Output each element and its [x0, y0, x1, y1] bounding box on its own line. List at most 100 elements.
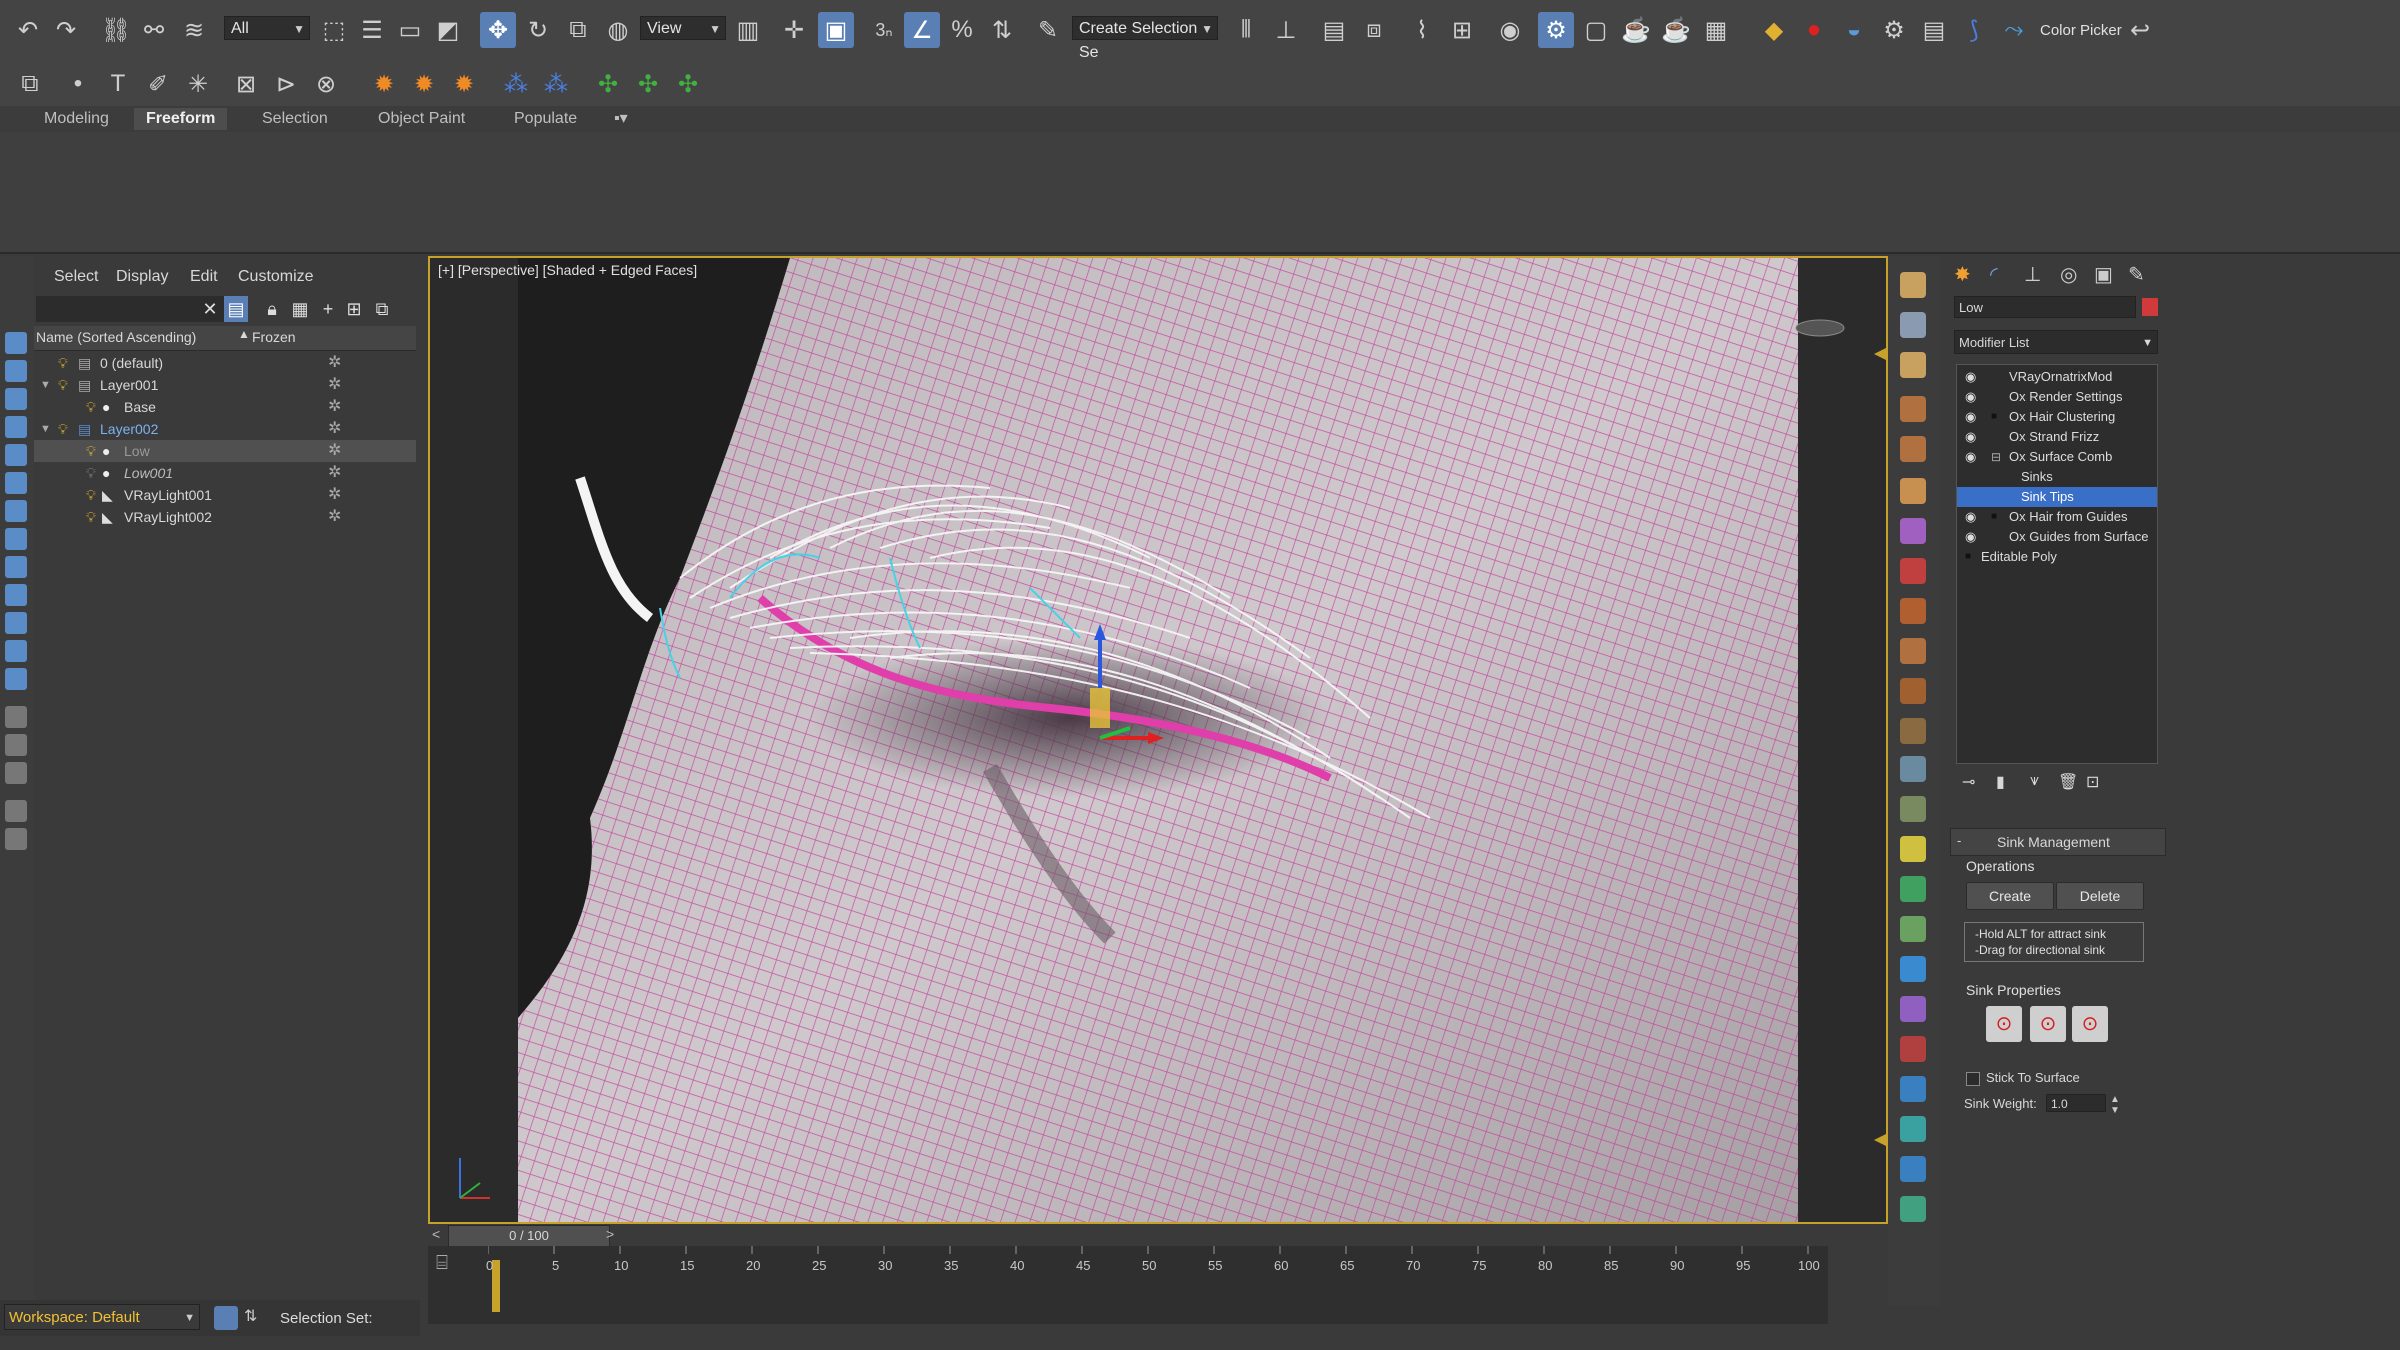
reference-coordinate-dropdown[interactable]: View ▼	[640, 16, 726, 40]
create-tab-icon[interactable]: ✸	[1954, 262, 1971, 287]
render-iterative-icon[interactable]: ☕	[1658, 12, 1694, 48]
modifier-list-dropdown[interactable]: Modifier List ▼	[1954, 330, 2158, 354]
schematic-view-icon[interactable]: ⊞	[1444, 12, 1480, 48]
time-slider[interactable]: < 0 / 100 >	[428, 1224, 1888, 1247]
list-item[interactable]: ◉ ⊟ Ox Surface Comb	[1957, 447, 2157, 467]
fire-tool-2-icon[interactable]: ✹	[406, 66, 442, 102]
render-production-icon[interactable]: ☕	[1618, 12, 1654, 48]
freeze-icon[interactable]: ✲	[328, 352, 341, 374]
text-tool-icon[interactable]: T	[100, 66, 136, 102]
point-icon[interactable]: •	[60, 66, 96, 102]
list-item[interactable]: 💡︎ ◣ VRayLight002 ✲	[34, 506, 416, 528]
hair-tool-12-icon[interactable]	[1900, 718, 1926, 744]
particle-tool-1-icon[interactable]: ⁂	[498, 66, 534, 102]
list-item[interactable]: 💡︎ ● Base ✲	[34, 396, 416, 418]
display-tab-icon[interactable]: ▣	[2094, 262, 2113, 287]
display-none-icon[interactable]	[5, 706, 27, 728]
perspective-viewport[interactable]: [+] [Perspective] [Shaded + Edged Faces]	[428, 256, 1888, 1224]
list-item[interactable]: ▼ 💡︎ ▤ Layer002 ✲	[34, 418, 416, 440]
fire-tool-3-icon[interactable]: ✹	[446, 66, 482, 102]
hair-tool-6-icon[interactable]	[1900, 478, 1926, 504]
pivot-center-icon[interactable]: ▥	[730, 12, 766, 48]
align-icon[interactable]: ⊥	[1268, 12, 1304, 48]
hair-tool-23-icon[interactable]	[1900, 1156, 1926, 1182]
cut-tool-icon[interactable]: ⊳	[268, 66, 304, 102]
list-item[interactable]: Sink Tips	[1957, 487, 2157, 507]
next-frame-icon[interactable]: >	[606, 1226, 614, 1242]
hair-tool-11-icon[interactable]	[1900, 678, 1926, 704]
eye-icon[interactable]: ◉	[1965, 527, 1976, 547]
vray-frame-buffer-icon[interactable]: ▤	[1916, 12, 1952, 48]
display-cameras-icon[interactable]	[5, 416, 27, 438]
utilities-tab-icon[interactable]: ✎	[2128, 262, 2145, 287]
display-shapes-icon[interactable]	[5, 360, 27, 382]
sink-type-3-icon[interactable]: ⊙	[2072, 1006, 2108, 1042]
layer-tree-icon[interactable]: ⊞	[342, 296, 366, 322]
tab-selection[interactable]: Selection	[250, 108, 340, 130]
eye-icon[interactable]: ◉	[1965, 367, 1976, 387]
snaps-toggle-icon[interactable]: 3ₙ	[866, 12, 902, 48]
show-end-result-icon[interactable]: ▮	[1996, 772, 2005, 792]
prev-frame-icon[interactable]: <	[432, 1226, 440, 1242]
tab-object-paint[interactable]: Object Paint	[366, 108, 477, 130]
curve-editor-icon[interactable]: ⌇	[1404, 12, 1440, 48]
remove-modifier-icon[interactable]: 🗑︎	[2058, 772, 2078, 792]
hair-tool-18-icon[interactable]	[1900, 956, 1926, 982]
hair-tool-5-icon[interactable]	[1900, 436, 1926, 462]
display-spacewarps-icon[interactable]	[5, 472, 27, 494]
frame-counter[interactable]: 0 / 100	[448, 1225, 610, 1247]
light-bulb-icon[interactable]: 💡︎	[86, 484, 96, 506]
unlink-icon[interactable]: ⚯	[136, 12, 172, 48]
hair-tool-13-icon[interactable]	[1900, 756, 1926, 782]
list-item[interactable]: ◉ Ox Render Settings	[1957, 387, 2157, 407]
hair-tool-15-icon[interactable]	[1900, 836, 1926, 862]
select-object-icon[interactable]: ⬚	[316, 12, 352, 48]
hair-tool-8-icon[interactable]	[1900, 558, 1926, 584]
layer-manager-icon[interactable]: ⧈	[1356, 12, 1392, 48]
hair-tool-24-icon[interactable]	[1900, 1196, 1926, 1222]
make-unique-icon[interactable]: ⩛	[2030, 772, 2039, 790]
configure-sets-icon[interactable]: ⊡	[2086, 772, 2099, 792]
light-bulb-icon[interactable]: 💡︎	[58, 352, 68, 374]
color-picker-label[interactable]: Color Picker	[2040, 22, 2122, 39]
plant-tool-3-icon[interactable]: ✣	[670, 66, 706, 102]
light-bulb-icon[interactable]: 💡︎	[58, 374, 68, 396]
menu-select[interactable]: Select	[54, 268, 98, 286]
keyboard-shortcut-toggle-icon[interactable]: ▣	[818, 12, 854, 48]
sink-weight-input[interactable]: 1.0	[2046, 1094, 2106, 1112]
material-editor-icon[interactable]: ◉	[1492, 12, 1528, 48]
list-item[interactable]: ■ Editable Poly	[1957, 547, 2157, 567]
pin-stack-icon[interactable]: ⊸	[1962, 772, 1975, 792]
hair-brush-icon[interactable]: ⤳	[1996, 12, 2032, 48]
spark-tool-icon[interactable]: ✳	[180, 66, 216, 102]
display-all-icon[interactable]	[5, 668, 27, 690]
expand-icon[interactable]: ■	[1991, 507, 1997, 527]
light-bulb-icon[interactable]: 💡︎	[58, 418, 68, 440]
tab-freeform[interactable]: Freeform	[134, 108, 228, 130]
rotate-icon[interactable]: ↻	[520, 12, 556, 48]
bind-spacewarp-icon[interactable]: ≋	[176, 12, 212, 48]
object-color-swatch[interactable]	[2142, 298, 2158, 316]
ornatrix-icon[interactable]: ⟆	[1956, 12, 1992, 48]
layers-icon[interactable]: ⧉	[12, 66, 48, 102]
viewport-label[interactable]: [+] [Perspective] [Shaded + Edged Faces]	[438, 262, 697, 278]
light-bulb-icon[interactable]: 💡︎	[86, 506, 96, 528]
brush-tool-icon[interactable]: ✐	[140, 66, 176, 102]
hierarchy-tab-icon[interactable]: ⊥	[2024, 262, 2041, 287]
workspace-dropdown[interactable]: Workspace: Default ▼	[4, 1304, 200, 1330]
clear-tool-icon[interactable]: ⊗	[308, 66, 344, 102]
eye-icon[interactable]: ◉	[1965, 407, 1976, 427]
percent-snap-icon[interactable]: %	[944, 12, 980, 48]
plant-tool-2-icon[interactable]: ✣	[630, 66, 666, 102]
plant-tool-1-icon[interactable]: ✣	[590, 66, 626, 102]
sort-layers-icon[interactable]: ▤	[224, 296, 248, 322]
timeline-track[interactable]: ⌸ 0 5 10 15 20 25 30 35 40 45 50 55 60 6…	[428, 1246, 1828, 1324]
list-item[interactable]: Sinks	[1957, 467, 2157, 487]
sink-type-2-icon[interactable]: ⊙	[2030, 1006, 2066, 1042]
create-sink-button[interactable]: Create	[1966, 882, 2054, 910]
list-item[interactable]: 💡︎ ◣ VRayLight001 ✲	[34, 484, 416, 506]
mini-curve-editor-icon[interactable]: ⌸	[436, 1252, 448, 1275]
hair-tool-17-icon[interactable]	[1900, 916, 1926, 942]
freeze-icon[interactable]: ✲	[328, 506, 341, 528]
list-item[interactable]: ▼ 💡︎ ▤ Layer001 ✲	[34, 374, 416, 396]
